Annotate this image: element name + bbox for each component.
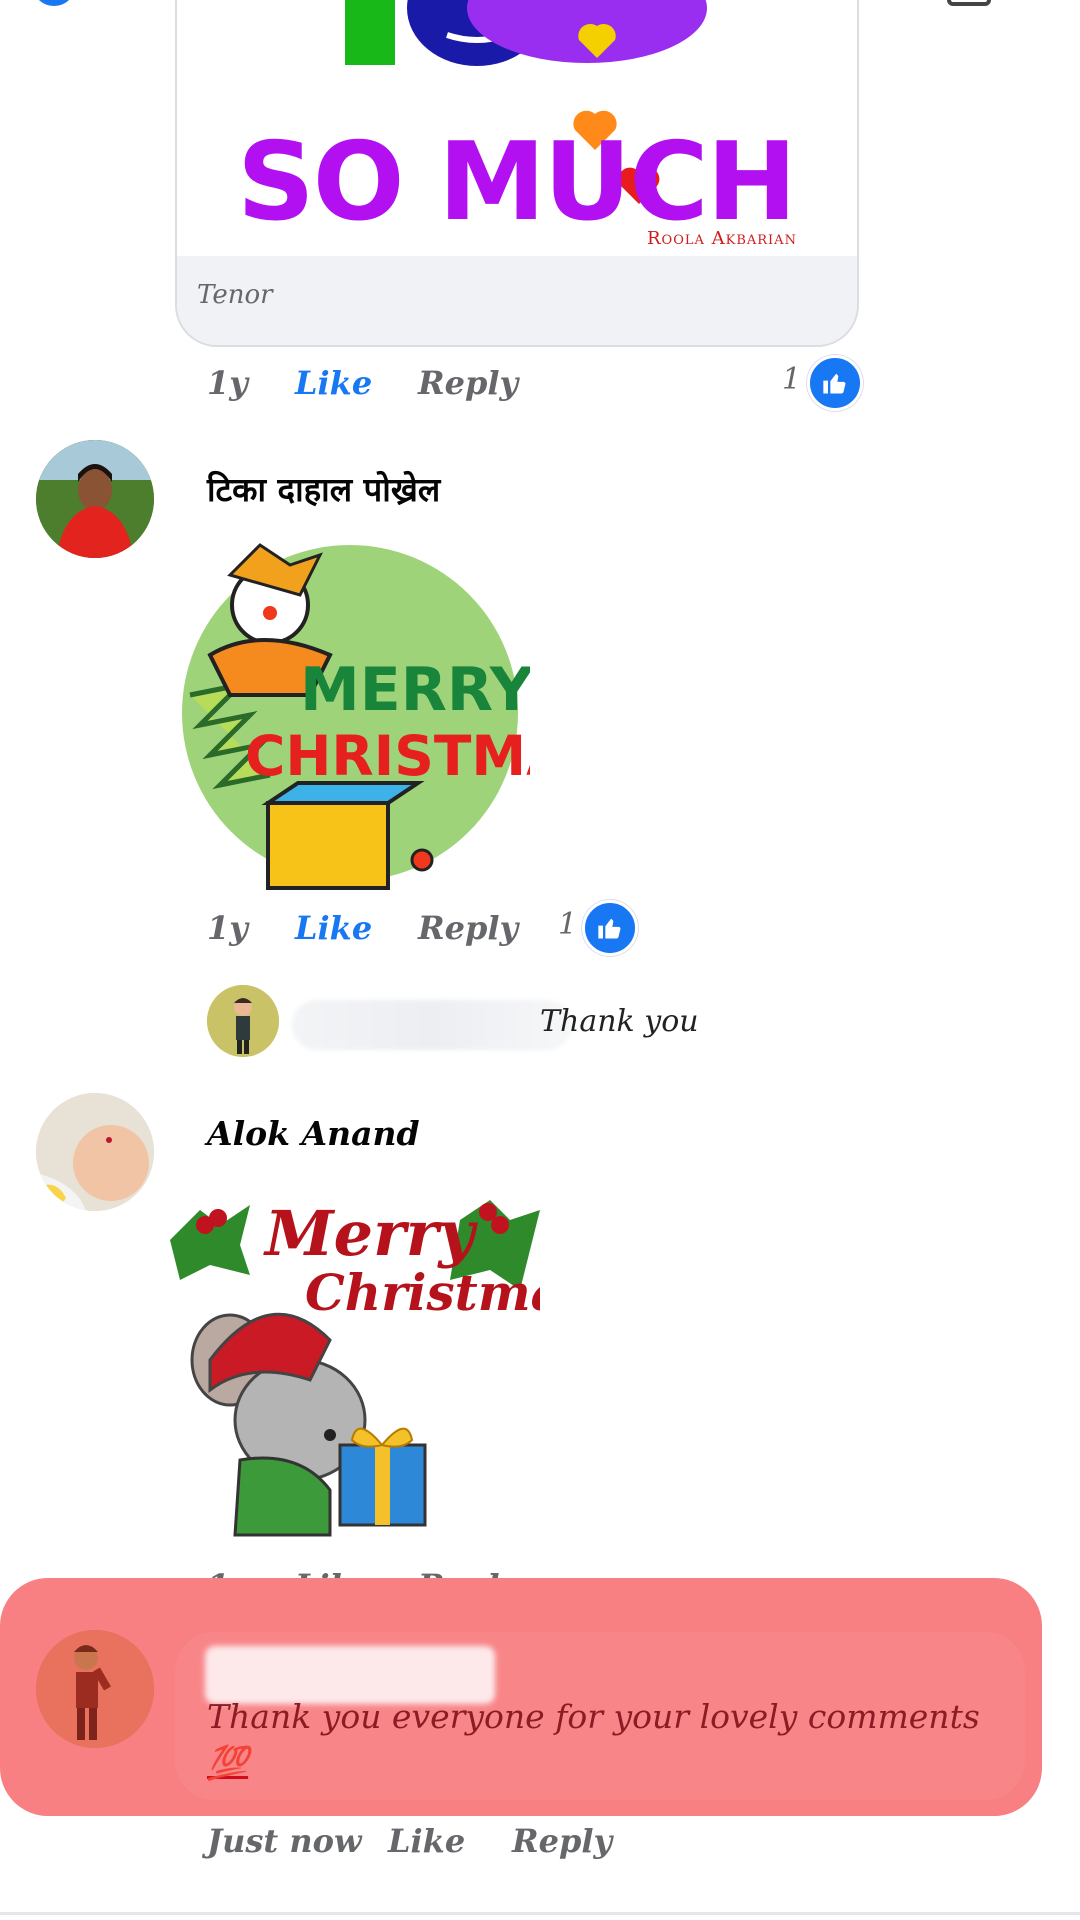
sticker-caption-line-2: Christmas <box>305 1263 540 1322</box>
comment-time: 1y <box>207 909 248 947</box>
reply-preview-text[interactable]: Thank you <box>540 1004 699 1039</box>
reply-button[interactable]: Reply <box>512 1822 612 1860</box>
comment-actions: Just now Like Reply <box>0 1818 1080 1868</box>
gif-attachment[interactable]: SO MUCH Roola Akbarian Tenor <box>175 0 859 347</box>
gif-caption: SO MUCH <box>237 120 797 245</box>
reaction-count[interactable]: 1 <box>782 362 801 397</box>
comment-time: 1y <box>207 364 248 402</box>
christmas-mouse-sticker: Merry Christmas <box>170 1197 540 1537</box>
jack-in-box-sticker: MERRY CHRISTMAS! <box>182 543 530 890</box>
gif-image: SO MUCH Roola Akbarian <box>177 0 857 256</box>
sticker-caption-line-1: MERRY <box>300 655 530 725</box>
comment-body: Thank you everyone for your lovely comme… <box>207 1697 980 1736</box>
like-reaction-icon <box>582 900 638 956</box>
like-reaction-icon <box>807 355 863 411</box>
sticker-caption-line-1: Merry <box>263 1197 478 1270</box>
sticker-image[interactable]: MERRY CHRISTMAS! <box>170 535 530 895</box>
sticker-caption-line-2: CHRISTMAS! <box>245 724 530 788</box>
avatar[interactable] <box>36 1630 154 1748</box>
like-button[interactable]: Like <box>295 364 372 402</box>
gif-source-bar[interactable]: Tenor <box>177 256 857 345</box>
avatar-image <box>36 440 154 558</box>
bitmoji-icon <box>36 1630 154 1748</box>
comment-actions: 1y Like Reply 1 <box>0 900 1080 956</box>
comment-text: Thank you everyone for your lovely comme… <box>207 1694 1017 1786</box>
share-icon[interactable] <box>947 0 991 6</box>
avatar[interactable] <box>36 1093 154 1211</box>
reaction-count[interactable]: 1 <box>558 907 577 942</box>
gif-source-label: Tenor <box>197 280 273 310</box>
like-button[interactable]: Like <box>295 909 372 947</box>
reply-button[interactable]: Reply <box>418 909 518 947</box>
divider <box>0 1912 1080 1915</box>
reply-button[interactable]: Reply <box>418 364 518 402</box>
sticker-image[interactable]: Merry Christmas <box>170 1180 540 1540</box>
avatar[interactable] <box>36 440 154 558</box>
bitmoji-icon <box>207 985 279 1057</box>
gif-credit: Roola Akbarian <box>647 228 797 249</box>
comment-author[interactable]: Alok Anand <box>207 1114 420 1153</box>
like-button[interactable]: Like <box>388 1822 465 1860</box>
comment-author[interactable]: टिका दाहाल पोख्रेल <box>207 466 440 511</box>
avatar-image <box>36 1093 154 1211</box>
reply-author-redacted <box>292 1000 572 1050</box>
comment-time: Just now <box>207 1822 362 1860</box>
comment-actions: 1y Like Reply 1 <box>0 355 1080 411</box>
hundred-points-icon: 💯 <box>207 1743 249 1782</box>
reply-avatar[interactable] <box>207 985 279 1057</box>
